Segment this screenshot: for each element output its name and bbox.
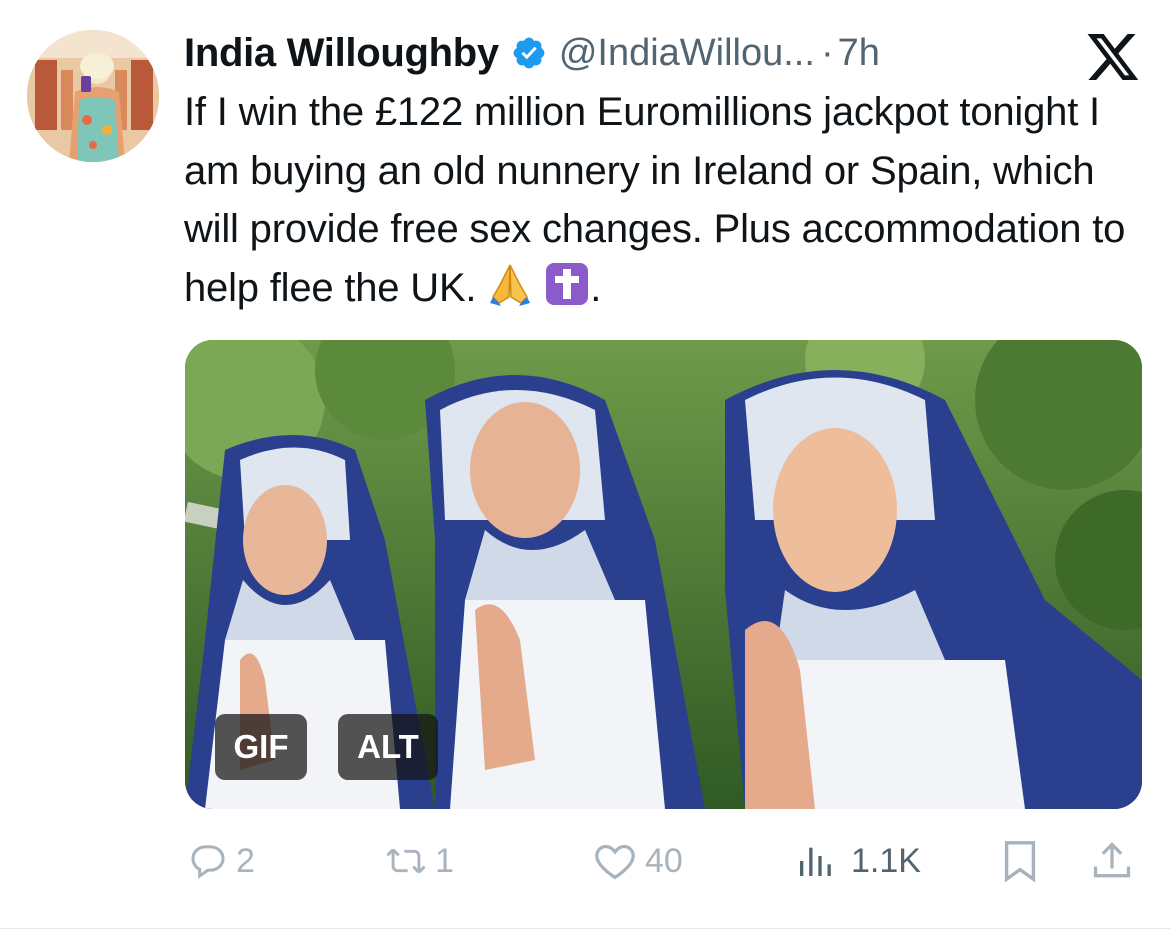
views-count: 1.1K: [851, 841, 921, 880]
like-count: 40: [645, 841, 683, 880]
verified-badge-icon: [513, 37, 545, 69]
repost-icon: [386, 848, 426, 874]
author-handle[interactable]: @IndiaWillou...: [559, 32, 815, 75]
views-chart-icon: [800, 847, 831, 876]
like-button[interactable]: 40: [593, 836, 683, 886]
alt-text-button[interactable]: ALT: [338, 714, 438, 780]
latin-cross-emoji-icon: [546, 262, 589, 305]
bookmark-icon: [1004, 841, 1036, 883]
repost-count: 1: [435, 841, 454, 880]
reply-button[interactable]: 2: [188, 836, 255, 886]
gif-badge: GIF: [215, 714, 307, 780]
share-icon: [1093, 842, 1131, 878]
avatar-image: [27, 30, 159, 162]
tweet-body: If I win the £122 million Euromillions j…: [184, 90, 1126, 310]
nuns-praying-gif-image: [185, 340, 1142, 809]
divider: [0, 928, 1170, 929]
share-button[interactable]: [1090, 836, 1134, 886]
reply-count: 2: [236, 841, 255, 880]
tweet-header: India Willoughby @IndiaWillou... · 7h: [184, 28, 880, 78]
tweet-timestamp[interactable]: 7h: [838, 32, 880, 75]
tweet-text: If I win the £122 million Euromillions j…: [184, 83, 1154, 317]
reply-icon: [191, 845, 225, 879]
repost-button[interactable]: 1: [385, 836, 454, 886]
folded-hands-emoji-icon: [490, 264, 531, 306]
author-avatar[interactable]: [27, 30, 159, 162]
tweet-media-gif[interactable]: [185, 340, 1142, 809]
author-name[interactable]: India Willoughby: [184, 31, 499, 76]
tweet-actions: 2 1 40 1.1K: [0, 836, 1170, 886]
heart-icon: [595, 844, 635, 880]
tweet-trailing-period: .: [590, 265, 602, 310]
separator-dot: ·: [820, 31, 834, 74]
x-logo-icon: [1087, 34, 1139, 80]
bookmark-button[interactable]: [998, 836, 1042, 886]
views-button[interactable]: 1.1K: [795, 836, 921, 886]
